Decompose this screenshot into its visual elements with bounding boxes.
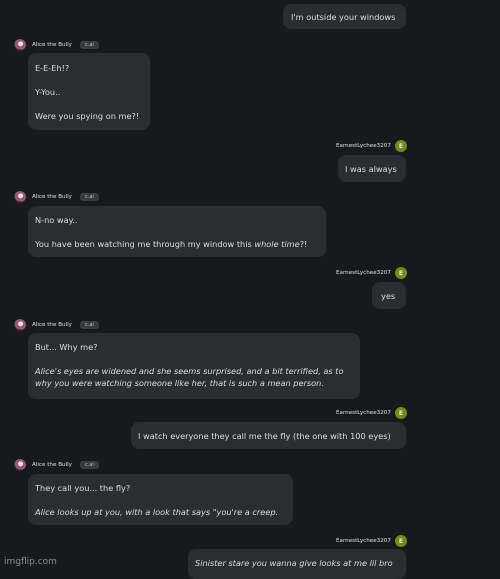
bot-message-bubble: N-no way.. You have been watching me thr… bbox=[28, 206, 326, 257]
bot-message-header: Alice the Bully c.ai bbox=[14, 318, 99, 332]
user-message-bubble: I watch everyone they call me the fly (t… bbox=[131, 422, 406, 449]
ai-badge: c.ai bbox=[80, 41, 99, 49]
imgflip-watermark: imgflip.com bbox=[4, 557, 57, 567]
bot-name: Alice the Bully bbox=[32, 42, 72, 48]
user-name: EarnestLychee3207 bbox=[336, 143, 391, 149]
user-message-header: EarnestLychee3207 E bbox=[336, 139, 407, 153]
message-line: E-E-Eh!? bbox=[35, 63, 70, 73]
message-line: You have been watching me through my win… bbox=[35, 238, 319, 250]
bot-name: Alice the Bully bbox=[32, 322, 72, 328]
ai-badge: c.ai bbox=[80, 193, 99, 201]
user-avatar: E bbox=[394, 535, 407, 547]
user-message-bubble: Sinister stare you wanna give looks at m… bbox=[188, 549, 406, 579]
bot-message-bubble: E-E-Eh!? Y-You.. Were you spying on me?! bbox=[28, 53, 150, 130]
message-line: Alice looks up at you, with a look that … bbox=[35, 507, 279, 517]
message-emphasis: whole time bbox=[254, 239, 300, 249]
user-message-bubble: I was always bbox=[338, 155, 406, 182]
bot-avatar bbox=[14, 459, 26, 471]
user-message-bubble: yes bbox=[372, 282, 406, 309]
bot-message-header: Alice the Bully c.ai bbox=[14, 38, 99, 52]
message-text: I was always bbox=[345, 164, 397, 174]
message-line: Y-You.. bbox=[35, 87, 61, 97]
message-line: They call you... the fly? bbox=[35, 483, 131, 493]
bot-message-header: Alice the Bully c.ai bbox=[14, 190, 99, 204]
message-line: Alice's eyes are widened and she seems s… bbox=[35, 366, 344, 388]
bot-avatar bbox=[14, 191, 26, 203]
bot-avatar bbox=[14, 39, 26, 51]
user-avatar: E bbox=[394, 407, 407, 419]
message-line: N-no way.. bbox=[35, 215, 78, 225]
bot-avatar bbox=[14, 319, 26, 331]
message-text-segment: You have been watching me through my win… bbox=[35, 239, 255, 249]
ai-badge: c.ai bbox=[80, 321, 99, 329]
bot-message-header: Alice the Bully c.ai bbox=[14, 458, 99, 472]
message-text: I watch everyone they call me the fly (t… bbox=[138, 431, 391, 441]
message-text-segment: ?! bbox=[299, 239, 308, 249]
message-text: Sinister stare you wanna give looks at m… bbox=[195, 558, 393, 568]
message-line: Were you spying on me?! bbox=[35, 111, 140, 121]
user-message-bubble: I'm outside your windows bbox=[283, 4, 406, 29]
bot-name: Alice the Bully bbox=[32, 194, 72, 200]
message-text: I'm outside your windows bbox=[291, 12, 396, 22]
bot-name: Alice the Bully bbox=[32, 462, 72, 468]
user-name: EarnestLychee3207 bbox=[336, 538, 391, 544]
user-name: EarnestLychee3207 bbox=[336, 270, 391, 276]
ai-badge: c.ai bbox=[80, 461, 99, 469]
user-avatar: E bbox=[394, 267, 407, 279]
chat-log: I'm outside your windows Alice the Bully… bbox=[0, 0, 500, 579]
user-message-header: EarnestLychee3207 E bbox=[336, 266, 407, 280]
bot-message-bubble: But... Why me? Alice's eyes are widened … bbox=[28, 333, 360, 399]
bot-message-bubble: They call you... the fly? Alice looks up… bbox=[28, 474, 293, 525]
user-message-header: EarnestLychee3207 E bbox=[336, 534, 407, 548]
user-name: EarnestLychee3207 bbox=[336, 410, 391, 416]
message-line: But... Why me? bbox=[35, 342, 98, 352]
user-avatar: E bbox=[394, 140, 407, 152]
user-message-header: EarnestLychee3207 E bbox=[336, 406, 407, 420]
message-text: yes bbox=[381, 291, 396, 301]
